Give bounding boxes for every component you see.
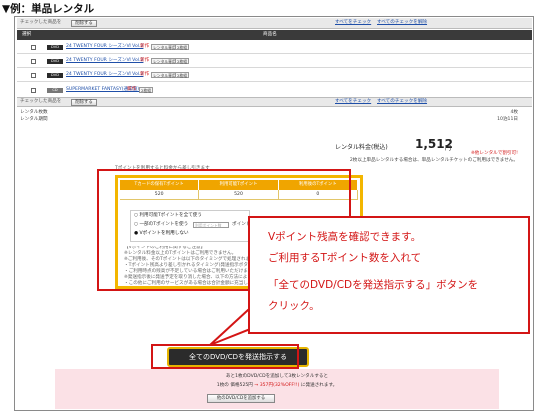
note-line: 【Vポイントのご利用に関するご注意】 <box>124 246 206 250</box>
rental-period-value: 10泊11日 <box>497 117 518 122</box>
check-label: チェックした商品を <box>20 99 62 104</box>
product-title-link[interactable]: 24 TWENTY FOUR シーズンⅥ Vol.2 <box>66 72 143 78</box>
discounted-price: 357円(32%OFF!!) <box>259 383 300 388</box>
note-line: ・この他にご利用のサービスがある場合は合計金額に充当します <box>124 281 258 286</box>
instruction-callout: Vポイント残高を確認できます。 ご利用するTポイント数を入れて 「全てのDVD/… <box>248 216 530 334</box>
fee-label: レンタル料金(税込) <box>335 144 388 151</box>
delete-button-top[interactable]: 削除する <box>71 20 97 27</box>
check-all-link-top[interactable]: すべてをチェック <box>335 20 371 26</box>
table-row: DVD 24 TWENTY FOUR シーズンⅥ Vol.2 新作 レンタル専用… <box>17 41 532 54</box>
delete-button-bottom[interactable]: 削除する <box>71 99 97 106</box>
row-checkbox[interactable] <box>31 88 36 93</box>
table-header: 選択 商品名 <box>17 30 532 40</box>
uncheck-all-link-top[interactable]: すべてのチェックを解除 <box>377 20 427 26</box>
owned-points-value: 520 <box>120 190 200 199</box>
product-title-link[interactable]: 24 TWENTY FOUR シーズンⅥ Vol.2 <box>66 58 143 64</box>
usable-points-header: 利用可能Tポイント <box>199 180 279 190</box>
uncheck-all-link-bottom[interactable]: すべてのチェックを解除 <box>377 99 427 105</box>
rental-count-value: 4枚 <box>510 110 518 115</box>
disc-count-tag: 2枚組 <box>175 44 190 50</box>
original-price: 1枚の 価格525円 <box>216 383 253 388</box>
table-row: CD SUPERMARKET FANTASY(通常盤) 新作 2枚組 <box>17 85 532 97</box>
points-table-values: 520 520 0 <box>120 190 358 200</box>
new-release-label: 新作 <box>140 58 150 63</box>
rental-count-label: レンタル枚数 <box>20 110 48 115</box>
note-line: ・Tポイント残高より差し引かれるタイミング(発送指示ボタン押下時) <box>124 263 269 268</box>
promo-box: あと1枚のDVD/CDを追加して3枚レンタルすると 1枚の 価格525円 → 3… <box>55 369 499 409</box>
page-heading: ▼例：単品レンタル <box>2 3 95 15</box>
format-badge: DVD <box>47 45 63 50</box>
callout-line: 「全てのDVD/CDを発送指示する」ボタンを <box>268 279 479 291</box>
add-more-button[interactable]: 他のDVD/CDを追加する <box>207 394 275 403</box>
points-table-header: Tカードの保有Tポイント 利用可能Tポイント 利用後のTポイント <box>120 180 358 190</box>
note-line: ※ご利用後、そのTポイントは以下のタイミングで処理されます。 <box>124 257 259 262</box>
row-checkbox[interactable] <box>31 59 36 64</box>
no-points-option[interactable]: ● Vポイントを利用しない <box>134 231 189 237</box>
screenshot-frame: チェックした商品を 削除する すべてをチェック すべてのチェックを解除 選択 商… <box>14 16 534 411</box>
disc-count-tag: 2枚組 <box>175 72 190 78</box>
points-amount-input[interactable]: 利用ポイント数 <box>193 222 229 228</box>
rental-only-tag: レンタル専用 <box>151 72 178 78</box>
rental-period-label: レンタル期間 <box>20 117 48 122</box>
format-badge: CD <box>47 88 63 93</box>
check-label: チェックした商品を <box>20 20 62 25</box>
price-arrow: → <box>254 383 259 388</box>
ship-all-button[interactable]: 全てのDVD/CDを発送指示する <box>167 347 309 367</box>
format-badge: DVD <box>47 73 63 78</box>
points-option-group: ○ 利用可能Tポイントを全て使う ○ 一部のTポイントを使う 利用ポイント数 ポ… <box>130 210 250 242</box>
note-line: ・ご利用時点の残高が不足している場合はご利用いただけません <box>124 269 257 274</box>
table-row: DVD 24 TWENTY FOUR シーズンⅥ Vol.2 新作 レンタル専用… <box>17 55 532 68</box>
remaining-points-header: 利用後のTポイント <box>279 180 358 190</box>
callout-line: ご利用するTポイント数を入れて <box>268 252 422 264</box>
fee-note: ※他レンタルで割引可! <box>470 151 518 156</box>
rental-summary: レンタル枚数 4枚 レンタル期間 10泊11日 レンタル料金(税込) 1,512… <box>17 109 532 165</box>
new-release-label: 新作 <box>127 87 137 92</box>
top-toolbar: チェックした商品を 削除する すべてをチェック すべてのチェックを解除 <box>17 18 532 29</box>
format-badge: DVD <box>47 59 63 64</box>
rental-only-tag: レンタル専用 <box>151 44 178 50</box>
row-checkbox[interactable] <box>31 45 36 50</box>
usable-points-value: 520 <box>199 190 279 199</box>
promo-line: あと1枚のDVD/CDを追加して3枚レンタルすると <box>225 374 329 379</box>
owned-points-header: Tカードの保有Tポイント <box>120 180 200 190</box>
disc-count-tag: 2枚組 <box>175 58 190 64</box>
callout-line: Vポイント残高を確認できます。 <box>268 231 422 243</box>
product-title-link[interactable]: 24 TWENTY FOUR シーズンⅥ Vol.2 <box>66 44 143 50</box>
new-release-label: 新作 <box>140 72 150 77</box>
table-row: DVD 24 TWENTY FOUR シーズンⅥ Vol.2 新作 レンタル専用… <box>17 69 532 82</box>
use-partial-points-option[interactable]: ○ 一部のTポイントを使う <box>134 222 188 228</box>
remaining-points-value: 0 <box>279 190 358 199</box>
rental-fee: レンタル料金(税込) 1,512 円 <box>335 137 523 152</box>
ticket-warning: 2枚以上単品レンタルする場合は、単品レンタルチケットのご利用はできません。 <box>349 158 518 163</box>
note-line: ※レンタル料金以上のTポイントはご利用できません。 <box>124 251 237 256</box>
points-table: Tカードの保有Tポイント 利用可能Tポイント 利用後のTポイント 520 520… <box>120 180 358 200</box>
callout-line: クリック。 <box>268 300 320 312</box>
promo-suffix: に発送されます。 <box>300 383 338 388</box>
disc-count-tag: 2枚組 <box>139 87 154 93</box>
new-release-label: 新作 <box>140 44 150 49</box>
col-select-header: 選択 <box>22 32 32 37</box>
col-product-header: 商品名 <box>263 32 277 37</box>
check-all-link-bottom[interactable]: すべてをチェック <box>335 99 371 105</box>
promo-discount-line: 1枚の 価格525円 → 357円(32%OFF!!) に発送されます。 <box>55 383 499 389</box>
use-all-points-option[interactable]: ○ 利用可能Tポイントを全て使う <box>134 213 202 219</box>
rental-only-tag: レンタル専用 <box>151 58 178 64</box>
fee-unit: 円 <box>445 145 452 152</box>
points-intro: Tポイントを利用すると料金から差し引きます <box>115 166 210 171</box>
row-checkbox[interactable] <box>31 73 36 78</box>
bottom-toolbar: チェックした商品を 削除する すべてをチェック すべてのチェックを解除 <box>17 97 532 107</box>
